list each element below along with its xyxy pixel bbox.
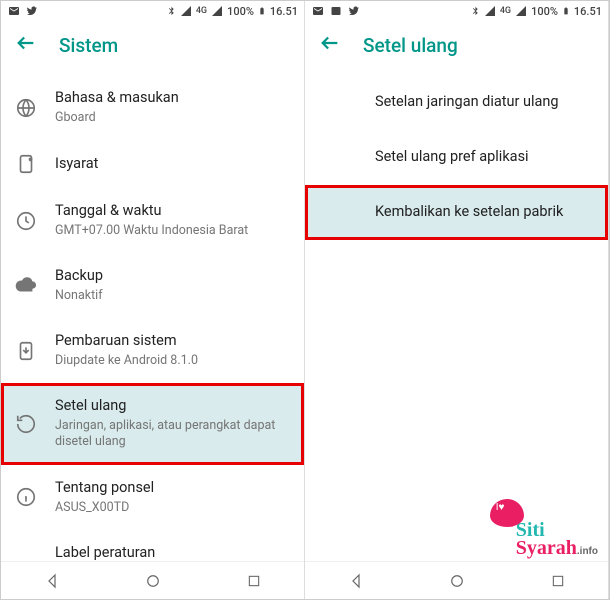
clock-icon: [15, 210, 37, 232]
item-title: Kembalikan ke setelan pabrik: [375, 203, 594, 222]
signal-icon: [180, 5, 192, 17]
item-sub: GMT+07.00 Waktu Indonesia Barat: [55, 223, 290, 239]
battery-pct: 100%: [227, 5, 254, 18]
item-gestures[interactable]: Isyarat: [1, 140, 304, 188]
settings-list: Bahasa & masukan Gboard Isyarat Tanggal &…: [1, 69, 304, 561]
item-datetime[interactable]: Tanggal & waktu GMT+07.00 Waktu Indonesia…: [1, 188, 304, 253]
info-icon: [15, 486, 37, 508]
item-title: Isyarat: [55, 155, 290, 174]
item-factory-reset[interactable]: Kembalikan ke setelan pabrik: [305, 185, 608, 240]
item-sub: Diupdate ke Android 8.1.0: [55, 353, 290, 369]
item-sub: Nonaktif: [55, 288, 290, 304]
item-title: Label peraturan: [55, 544, 290, 561]
twitter-icon: [347, 5, 361, 17]
image-icon: [329, 5, 343, 17]
reset-list: Setelan jaringan diatur ulang Setel ulan…: [305, 69, 608, 561]
bluetooth-icon: [166, 5, 176, 17]
phone-left: 4G 100% 16.51 Sistem Bahasa & masukan Gbo…: [1, 1, 305, 599]
clock-time: 16.51: [574, 5, 602, 18]
page-title: Sistem: [59, 34, 118, 57]
item-sub: Jaringan, aplikasi, atau perangkat dapat…: [55, 418, 290, 451]
signal-icon: [484, 5, 496, 17]
cloud-icon: [15, 275, 37, 297]
item-network-reset[interactable]: Setelan jaringan diatur ulang: [305, 75, 608, 130]
nav-home-icon[interactable]: [144, 572, 162, 590]
net-label: 4G: [196, 6, 207, 16]
app-header: Setel ulang: [305, 21, 608, 69]
mail-icon: [7, 5, 21, 17]
back-icon[interactable]: [319, 32, 341, 58]
app-header: Sistem: [1, 21, 304, 69]
item-title: Tentang ponsel: [55, 479, 290, 498]
signal-icon-2: [211, 5, 223, 17]
item-app-prefs-reset[interactable]: Setel ulang pref aplikasi: [305, 130, 608, 185]
status-bar: 4G 100% 16.51: [305, 1, 608, 21]
nav-recent-icon[interactable]: [550, 573, 566, 589]
globe-icon: [15, 97, 37, 119]
nav-recent-icon[interactable]: [246, 573, 262, 589]
signal-icon-2: [515, 5, 527, 17]
status-bar: 4G 100% 16.51: [1, 1, 304, 21]
mail-icon: [311, 5, 325, 17]
item-sub: ASUS_X00TD: [55, 500, 290, 516]
battery-icon: [562, 5, 570, 17]
clock-time: 16.51: [270, 5, 298, 18]
nav-back-icon[interactable]: [347, 572, 365, 590]
item-system-update[interactable]: Pembaruan sistem Diupdate ke Android 8.1.…: [1, 318, 304, 383]
nav-bar: [1, 561, 304, 599]
back-icon[interactable]: [15, 32, 37, 58]
item-about-phone[interactable]: Tentang ponsel ASUS_X00TD: [1, 465, 304, 530]
item-title: Bahasa & masukan: [55, 89, 290, 108]
item-title: Setelan jaringan diatur ulang: [375, 93, 594, 112]
net-label: 4G: [500, 6, 511, 16]
update-icon: [15, 340, 37, 362]
bluetooth-icon: [470, 5, 480, 17]
twitter-icon: [25, 5, 39, 17]
item-title: Tanggal & waktu: [55, 202, 290, 221]
reset-icon: [15, 413, 37, 435]
nav-bar: [305, 561, 608, 599]
page-title: Setel ulang: [363, 34, 458, 57]
gesture-icon: [15, 153, 37, 175]
item-backup[interactable]: Backup Nonaktif: [1, 253, 304, 318]
item-title: Setel ulang: [55, 397, 290, 416]
nav-home-icon[interactable]: [448, 572, 466, 590]
item-sub: Gboard: [55, 110, 290, 126]
item-regulatory[interactable]: Label peraturan: [1, 530, 304, 561]
battery-pct: 100%: [531, 5, 558, 18]
nav-back-icon[interactable]: [43, 572, 61, 590]
item-reset[interactable]: Setel ulang Jaringan, aplikasi, atau pera…: [1, 383, 304, 464]
battery-icon: [258, 5, 266, 17]
item-title: Pembaruan sistem: [55, 332, 290, 351]
phone-right: 4G 100% 16.51 Setel ulang Setelan jaring…: [305, 1, 609, 599]
item-title: Setel ulang pref aplikasi: [375, 148, 594, 167]
item-title: Backup: [55, 267, 290, 286]
item-language[interactable]: Bahasa & masukan Gboard: [1, 75, 304, 140]
